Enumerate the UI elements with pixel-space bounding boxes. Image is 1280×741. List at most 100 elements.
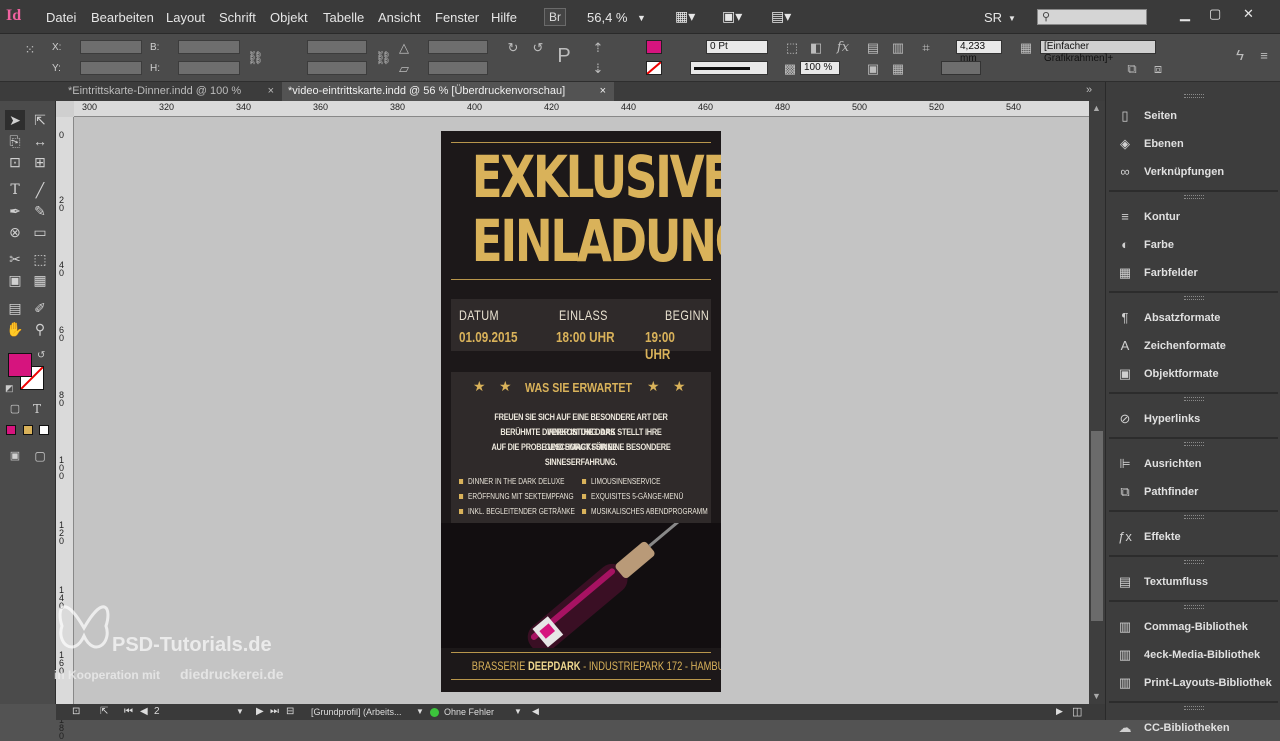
zoom-level[interactable]: 56,4 % [587, 10, 627, 25]
ticket-page[interactable]: EXKLUSIVE EINLADUNG DATUM 01.09.2015 EIN… [441, 131, 721, 692]
opacity-field[interactable]: 100 % [800, 61, 840, 75]
panel-seiten[interactable]: ▯ Seiten [1106, 103, 1280, 129]
scale-link-icon[interactable]: ⛓ [375, 50, 392, 66]
tabs-overflow-icon[interactable]: » [1086, 84, 1092, 96]
x-field[interactable] [80, 40, 142, 54]
zoom-dropdown-icon[interactable]: ▼ [637, 13, 646, 23]
object-style-action-icon-1[interactable]: ⧉ [1124, 61, 1140, 77]
panel-hyperlinks[interactable]: ⊘ Hyperlinks [1106, 406, 1280, 432]
panel-pathfinder[interactable]: ⧉ Pathfinder [1106, 479, 1280, 505]
scroll-thumb[interactable] [1091, 431, 1103, 621]
note-tool-icon[interactable]: ▤ [5, 298, 25, 318]
tab-video-eintrittskarte[interactable]: *video-eintrittskarte.indd @ 56 % [Überd… [282, 82, 614, 101]
maximize-button[interactable]: ▢ [1209, 6, 1221, 22]
formatting-container-icon[interactable]: ▢ [5, 399, 25, 419]
lightning-icon[interactable]: ϟ [1232, 48, 1248, 64]
scale-y-field[interactable] [307, 61, 367, 75]
panel-group-grip[interactable] [1184, 442, 1204, 446]
object-style-select[interactable]: [Einfacher Grafikrahmen]+ [1040, 40, 1156, 64]
next-page-icon[interactable]: ▶ [256, 706, 264, 717]
bridge-button[interactable]: Br [544, 8, 566, 26]
panel-4eck-media-bibliothek[interactable]: ▥ 4eck-Media-Bibliothek [1106, 642, 1280, 668]
view-mode-icon[interactable]: ▣ [5, 446, 25, 466]
gradient-tool-icon[interactable]: ▣ [5, 270, 25, 290]
page-dropdown-icon[interactable]: ▼ [236, 707, 244, 716]
ellipse-frame-tool-icon[interactable]: ⊗ [5, 222, 25, 242]
rectangle-tool-icon[interactable]: ▭ [30, 222, 50, 242]
y-field[interactable] [80, 61, 142, 75]
panel-kontur[interactable]: ≡ Kontur [1106, 204, 1280, 230]
hand-tool-icon[interactable]: ✋ [5, 319, 25, 339]
zoom-tool-icon[interactable]: ⚲ [30, 319, 50, 339]
scale-x-field[interactable] [307, 40, 367, 54]
stroke-type-select[interactable] [690, 61, 768, 75]
panel-cc-bibliotheken[interactable]: ☁ CC-Bibliotheken [1106, 715, 1280, 741]
screen-mode-icon[interactable]: ▣▾ [722, 8, 742, 25]
panel-verknüpfungen[interactable]: ∞ Verknüpfungen [1106, 159, 1280, 185]
fitting-icon-1[interactable]: ▤ [865, 40, 881, 56]
panel-farbe[interactable]: ◐ Farbe [1106, 232, 1280, 258]
user-dropdown-icon[interactable]: ▼ [1008, 14, 1016, 23]
pencil-tool-icon[interactable]: ✎ [30, 201, 50, 221]
panel-group-grip[interactable] [1184, 195, 1204, 199]
menu-datei[interactable]: Datei [46, 10, 76, 25]
close-window-button[interactable]: ✕ [1243, 6, 1254, 22]
object-style-action-icon-2[interactable]: ⧈ [1150, 61, 1166, 77]
panel-effekte[interactable]: ƒx Effekte [1106, 524, 1280, 550]
menu-bearbeiten[interactable]: Bearbeiten [91, 10, 154, 25]
ruler-origin[interactable] [56, 101, 74, 117]
scroll-left-icon[interactable]: ◀ [532, 706, 539, 717]
panel-menu-icon[interactable]: ≡ [1256, 48, 1272, 64]
panel-zeichenformate[interactable]: A Zeichenformate [1106, 333, 1280, 359]
status-icon-1[interactable]: ⊡ [72, 706, 80, 717]
free-transform-tool-icon[interactable]: ⬚ [30, 249, 50, 269]
gradient-feather-tool-icon[interactable]: ▦ [30, 270, 50, 290]
corner-options-icon[interactable]: ⌗ [918, 40, 934, 56]
constrain-proportions-icon[interactable]: ⛓ [247, 50, 264, 66]
first-page-icon[interactable]: ⏮ [124, 706, 133, 717]
panel-group-grip[interactable] [1184, 706, 1204, 710]
panel-group-grip[interactable] [1184, 94, 1204, 98]
content-placer-icon[interactable]: ⊞ [30, 152, 50, 172]
last-page-icon[interactable]: ⏭ [270, 706, 279, 717]
height-field[interactable] [178, 61, 240, 75]
direct-selection-tool-icon[interactable]: ⇱ [30, 110, 50, 130]
stroke-swatch[interactable] [646, 61, 662, 75]
status-icon-2[interactable]: ⇱ [100, 706, 108, 717]
vertical-scrollbar[interactable]: ▲ ▼ [1089, 101, 1105, 704]
panel-textumfluss[interactable]: ▤ Textumfluss [1106, 569, 1280, 595]
preflight-profile[interactable]: [Grundprofil] (Arbeits... [311, 707, 402, 717]
preflight-status[interactable]: Ohne Fehler [444, 707, 494, 717]
previous-page-icon[interactable]: ◀ [140, 706, 148, 717]
fitting-icon-4[interactable]: ▦ [890, 61, 906, 77]
drop-shadow-icon[interactable]: ◧ [808, 40, 824, 56]
search-input[interactable]: ⚲ [1037, 9, 1147, 25]
type-tool-icon[interactable]: T [5, 180, 25, 200]
frame-fit-icon[interactable]: ⬚ [784, 40, 800, 56]
apply-gradient-icon[interactable] [23, 425, 33, 435]
width-field[interactable] [178, 40, 240, 54]
menu-objekt[interactable]: Objekt [270, 10, 308, 25]
panel-group-grip[interactable] [1184, 605, 1204, 609]
page-number[interactable]: 2 [154, 706, 160, 717]
panel-print-layouts-bibliothek[interactable]: ▥ Print-Layouts-Bibliothek [1106, 670, 1280, 696]
panel-ebenen[interactable]: ◈ Ebenen [1106, 131, 1280, 157]
menu-fenster[interactable]: Fenster [435, 10, 479, 25]
fitting-icon-3[interactable]: ▣ [865, 61, 881, 77]
menu-schrift[interactable]: Schrift [219, 10, 256, 25]
gap-tool-icon[interactable]: ↔ [30, 131, 50, 151]
line-tool-icon[interactable]: ╱ [30, 180, 50, 200]
rotation-field[interactable] [428, 40, 488, 54]
shear-field[interactable] [428, 61, 488, 75]
scroll-right-icon[interactable]: ▶ [1056, 706, 1063, 717]
apply-color-icon[interactable] [6, 425, 16, 435]
select-content-icon[interactable]: ⇣ [590, 61, 606, 77]
profile-dropdown-icon[interactable]: ▼ [416, 707, 424, 716]
panel-absatzformate[interactable]: ¶ Absatzformate [1106, 305, 1280, 331]
minimize-button[interactable]: ▁ [1180, 6, 1190, 22]
open-page-icon[interactable]: ⊟ [286, 706, 294, 717]
fill-swatch[interactable] [646, 40, 662, 54]
scroll-down-icon[interactable]: ▼ [1092, 691, 1101, 701]
fitting-icon-2[interactable]: ▥ [890, 40, 906, 56]
formatting-text-icon[interactable]: T [27, 399, 47, 419]
